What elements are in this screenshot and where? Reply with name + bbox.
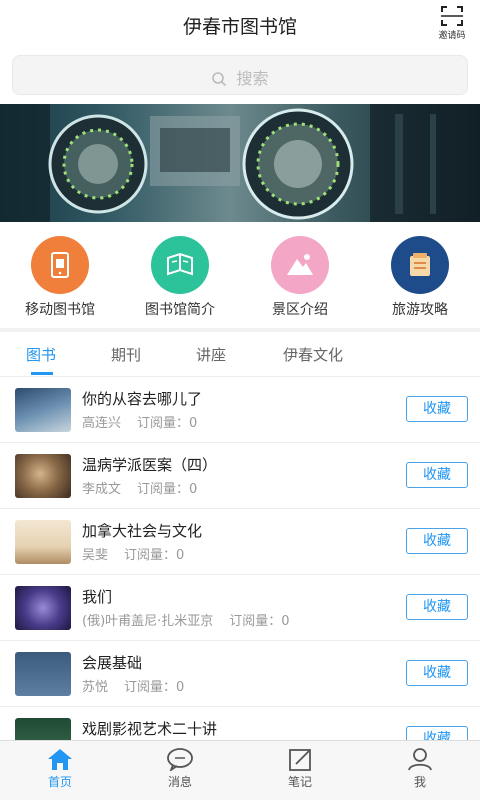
menu-travel-guide[interactable]: 旅游攻略	[360, 236, 480, 320]
book-cover	[15, 520, 71, 564]
home-icon	[48, 749, 72, 770]
user-icon	[408, 748, 432, 771]
nav-home[interactable]: 首页	[0, 741, 120, 800]
search-placeholder: 搜索	[236, 69, 269, 88]
menu-library-intro[interactable]: 图书馆简介	[120, 236, 240, 320]
book-subscriptions: 订阅量：0	[137, 482, 198, 497]
book-author: 吴斐	[82, 548, 109, 563]
favorite-button[interactable]: 收藏	[406, 528, 468, 554]
header: 伊春市图书馆 邀请码	[0, 0, 480, 48]
favorite-button[interactable]: 收藏	[406, 726, 468, 740]
book-meta: 高连兴 订阅量：0	[82, 412, 197, 431]
mobile-library-icon	[31, 236, 89, 294]
book-cover	[15, 718, 71, 740]
book-list: 你的从容去哪儿了 高连兴 订阅量：0 收藏 温病学派医案（四） 李成文 订阅量：0 …	[0, 377, 480, 740]
travel-guide-icon	[391, 236, 449, 294]
book-cover	[15, 454, 71, 498]
qr-scan-icon	[441, 6, 463, 26]
favorite-button[interactable]: 收藏	[406, 660, 468, 686]
book-cover	[15, 388, 71, 432]
note-icon	[289, 749, 311, 771]
book-author: 高连兴	[82, 416, 122, 431]
book-subscriptions: 订阅量：0	[124, 548, 185, 563]
qr-scan-button[interactable]: 邀请码	[434, 5, 470, 45]
book-title: 温病学派医案（四）	[82, 456, 218, 474]
library-intro-icon	[151, 236, 209, 294]
category-tabs: 图书 期刊 讲座 伊春文化	[0, 332, 480, 376]
book-meta: (俄)叶甫盖尼·扎米亚京 订阅量：0	[82, 610, 290, 629]
book-subscriptions: 订阅量：0	[137, 416, 198, 431]
menu-label: 景区介绍	[272, 302, 328, 318]
tab-lectures[interactable]: 讲座	[196, 344, 226, 365]
nav-label: 笔记	[287, 775, 312, 789]
list-item[interactable]: 会展基础 苏悦 订阅量：0 收藏	[0, 641, 480, 707]
banner-artwork	[0, 104, 480, 222]
menu-label: 移动图书馆	[25, 302, 95, 318]
list-item[interactable]: 戏剧影视艺术二十讲 收藏	[0, 707, 480, 740]
app-screen: 伊春市图书馆 邀请码 搜索 移动图书馆 图书馆简介 景区介绍 旅游攻略 图书 期…	[0, 0, 480, 800]
menu-label: 图书馆简介	[145, 302, 215, 318]
nav-label: 消息	[167, 775, 192, 789]
quick-menu: 移动图书馆 图书馆简介 景区介绍 旅游攻略	[0, 236, 480, 320]
book-title: 会展基础	[82, 654, 143, 672]
book-meta: 李成文 订阅量：0	[82, 478, 197, 497]
list-item[interactable]: 加拿大社会与文化 吴斐 订阅量：0 收藏	[0, 509, 480, 575]
page-title: 伊春市图书馆	[182, 16, 297, 38]
book-author: (俄)叶甫盖尼·扎米亚京	[82, 614, 214, 629]
bottom-nav: 首页 消息 笔记 我	[0, 740, 480, 800]
search-icon	[212, 72, 227, 87]
search-bar[interactable]: 搜索	[12, 55, 468, 95]
list-item[interactable]: 我们 (俄)叶甫盖尼·扎米亚京 订阅量：0 收藏	[0, 575, 480, 641]
book-cover	[15, 586, 71, 630]
book-title: 戏剧影视艺术二十讲	[82, 720, 218, 738]
book-subscriptions: 订阅量：0	[229, 614, 290, 629]
menu-mobile-library[interactable]: 移动图书馆	[0, 236, 120, 320]
nav-notes[interactable]: 笔记	[240, 741, 360, 800]
nav-messages[interactable]: 消息	[120, 741, 240, 800]
qr-label: 邀请码	[438, 31, 466, 41]
menu-scenic-intro[interactable]: 景区介绍	[240, 236, 360, 320]
book-subscriptions: 订阅量：0	[124, 680, 185, 695]
book-author: 李成文	[82, 482, 122, 497]
book-meta: 吴斐 订阅量：0	[82, 544, 184, 563]
menu-label: 旅游攻略	[392, 302, 448, 318]
list-item[interactable]: 温病学派医案（四） 李成文 订阅量：0 收藏	[0, 443, 480, 509]
book-title: 加拿大社会与文化	[82, 522, 203, 540]
book-meta: 苏悦 订阅量：0	[82, 676, 184, 695]
nav-label: 首页	[47, 775, 72, 789]
tab-yichun-culture[interactable]: 伊春文化	[283, 344, 343, 365]
list-item[interactable]: 你的从容去哪儿了 高连兴 订阅量：0 收藏	[0, 377, 480, 443]
banner-image[interactable]	[0, 104, 480, 222]
tab-periodicals[interactable]: 期刊	[111, 344, 141, 365]
nav-label: 我	[413, 775, 426, 789]
book-cover	[15, 652, 71, 696]
scenic-icon	[271, 236, 329, 294]
favorite-button[interactable]: 收藏	[406, 594, 468, 620]
tab-books[interactable]: 图书	[26, 344, 56, 365]
tab-indicator	[31, 372, 53, 375]
nav-me[interactable]: 我	[360, 741, 480, 800]
favorite-button[interactable]: 收藏	[406, 462, 468, 488]
message-icon	[167, 748, 193, 771]
book-author: 苏悦	[82, 680, 109, 695]
favorite-button[interactable]: 收藏	[406, 396, 468, 422]
book-title: 我们	[82, 588, 113, 606]
book-title: 你的从容去哪儿了	[82, 390, 203, 408]
